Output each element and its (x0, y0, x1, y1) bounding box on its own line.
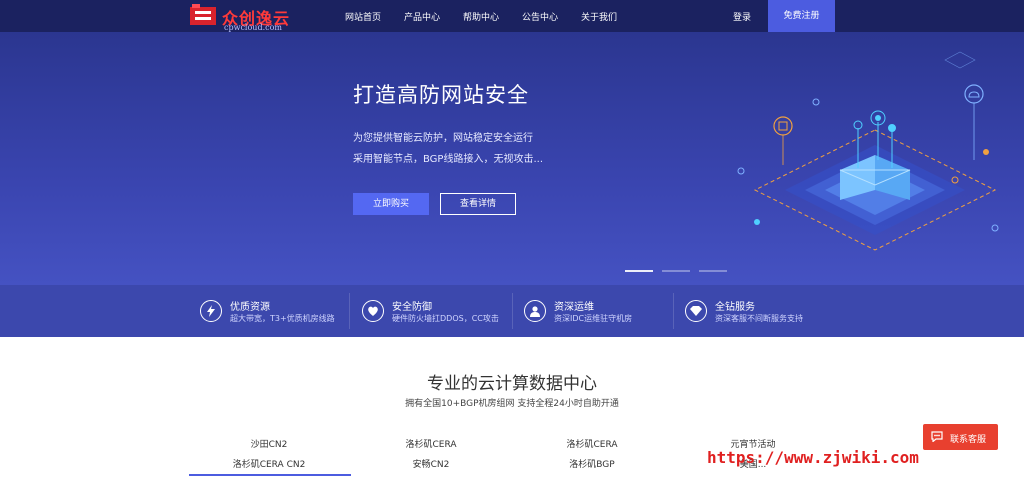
tab-la-bgp[interactable]: 洛杉矶BGP (512, 457, 672, 470)
nav-link-about[interactable]: 关于我们 (581, 10, 617, 23)
feature-desc: 超大带宽，T3+优质机房线路 (230, 314, 335, 323)
chat-icon (931, 431, 943, 442)
logo-mark-icon (190, 4, 216, 25)
contact-support-label: 联系客服 (950, 435, 987, 445)
site-watermark: https://www.zjwiki.com (707, 448, 919, 467)
feature-item-service[interactable]: 全钻服务 资深客服不间断服务支持 (673, 285, 833, 337)
feature-strip: 优质资源 超大带宽，T3+优质机房线路 安全防御 硬件防火墙扛DDOS，CC攻击… (0, 285, 1024, 337)
active-tab-underline (189, 474, 351, 476)
tab-anchang-cn2[interactable]: 安畅CN2 (351, 457, 511, 470)
feature-item-security[interactable]: 安全防御 硬件防火墙扛DDOS，CC攻击 (350, 285, 510, 337)
lightning-icon (200, 300, 222, 322)
tab-la-cera-1[interactable]: 洛杉矶CERA (351, 437, 511, 450)
hero-line-2: 采用智能节点，BGP线路接入，无视攻击... (353, 154, 543, 165)
hero-line-1: 为您提供智能云防护，网站稳定安全运行 (353, 133, 533, 144)
slide-indicator-1[interactable] (625, 270, 653, 272)
tab-la-cera-cn2[interactable]: 洛杉矶CERA CN2 (189, 457, 349, 470)
cloud-security-illustration (737, 51, 999, 251)
hero-banner: 打造高防网站安全 为您提供智能云防护，网站稳定安全运行 采用智能节点，BGP线路… (0, 32, 1024, 285)
slide-indicator-2[interactable] (662, 270, 690, 272)
section-title: 专业的云计算数据中心 (427, 374, 597, 394)
login-link[interactable]: 登录 (733, 10, 751, 23)
feature-title: 资深运维 (554, 302, 594, 313)
buy-now-button[interactable]: 立即购买 (353, 193, 429, 215)
feature-item-operations[interactable]: 资深运维 资深IDC运维驻守机房 (512, 285, 672, 337)
feature-title: 优质资源 (230, 302, 270, 313)
register-button[interactable]: 免费注册 (768, 0, 835, 32)
nav-link-products[interactable]: 产品中心 (404, 10, 440, 23)
feature-title: 全钻服务 (715, 302, 755, 313)
feature-item-resources[interactable]: 优质资源 超大带宽，T3+优质机房线路 (188, 285, 348, 337)
section-subtitle: 拥有全国10+BGP机房组网 支持全程24小时自助开通 (405, 399, 619, 409)
nav-link-announcements[interactable]: 公告中心 (522, 10, 558, 23)
user-icon (524, 300, 546, 322)
brand-logo[interactable]: 众创逸云 cpwcloud.com (188, 4, 298, 32)
view-details-button[interactable]: 查看详情 (440, 193, 516, 215)
contact-support-button[interactable]: 联系客服 (923, 424, 998, 450)
feature-title: 安全防御 (392, 302, 432, 313)
top-nav: 众创逸云 cpwcloud.com 网站首页 产品中心 帮助中心 公告中心 关于… (0, 0, 1024, 32)
nav-link-help[interactable]: 帮助中心 (463, 10, 499, 23)
slide-indicator-3[interactable] (699, 270, 727, 272)
diamond-icon (685, 300, 707, 322)
feature-desc: 硬件防火墙扛DDOS，CC攻击 (392, 314, 499, 323)
feature-desc: 资深客服不间断服务支持 (715, 314, 803, 323)
brand-domain: cpwcloud.com (224, 23, 283, 32)
nav-link-home[interactable]: 网站首页 (345, 10, 381, 23)
heart-shield-icon (362, 300, 384, 322)
feature-desc: 资深IDC运维驻守机房 (554, 314, 633, 323)
tab-shatian-cn2[interactable]: 沙田CN2 (189, 437, 349, 450)
tab-la-cera-2[interactable]: 洛杉矶CERA (512, 437, 672, 450)
hero-title: 打造高防网站安全 (353, 83, 529, 107)
